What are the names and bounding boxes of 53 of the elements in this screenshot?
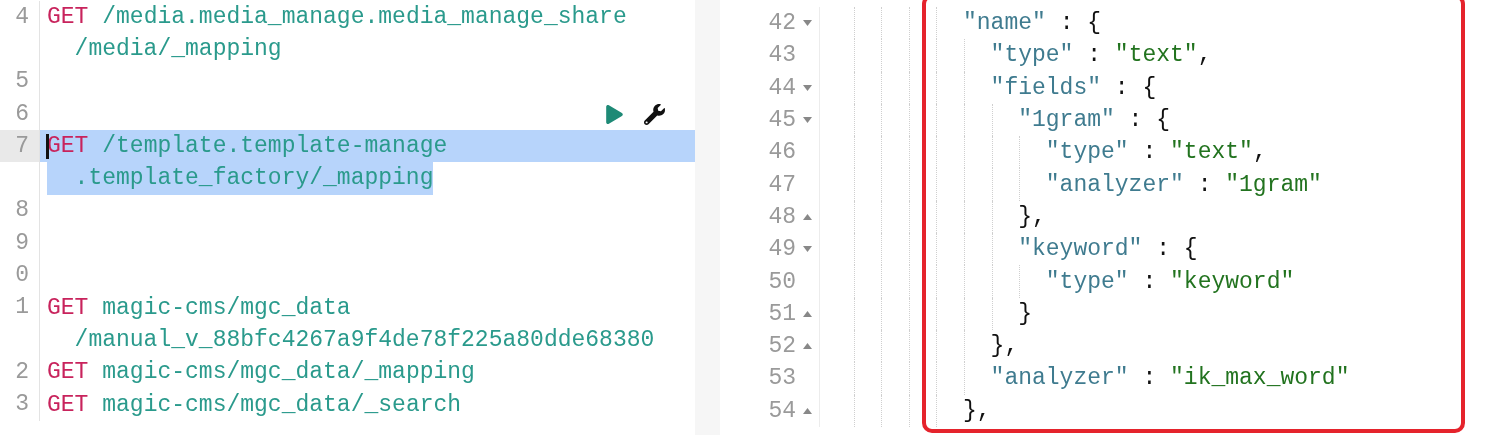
code-line: "type" : "text", — [1045, 139, 1267, 166]
line-number: 4 — [15, 5, 29, 29]
line-number: 9 — [15, 231, 29, 255]
play-icon[interactable] — [605, 104, 624, 124]
line-number: 6 — [15, 102, 29, 126]
caret-up-icon[interactable] — [803, 343, 812, 350]
wrench-icon[interactable] — [644, 103, 665, 125]
code-line: "type" : "text", — [990, 42, 1212, 69]
caret-up-icon[interactable] — [803, 407, 812, 414]
code-line: "1gram" : { — [1018, 107, 1171, 134]
line-number: 7 — [15, 134, 29, 158]
code-line: GET magic-cms/mgc_data/_mapping — [47, 358, 475, 388]
line-number: 51 — [767, 300, 796, 327]
line-number: 45 — [767, 107, 796, 134]
line-number: 0 — [15, 264, 29, 287]
line-number: 44 — [767, 74, 796, 101]
line-number: 53 — [767, 365, 796, 392]
code-line: }, — [1018, 203, 1046, 230]
code-line: GET magic-cms/mgc_data — [47, 293, 351, 323]
line-number: 46 — [767, 139, 796, 166]
line-number: 3 — [15, 393, 29, 417]
line-number: 42 — [767, 10, 796, 37]
code-line: "type" : "keyword" — [1045, 268, 1295, 295]
code-line: /media/_mapping — [73, 35, 282, 65]
code-line: "analyzer" : "ik_max_word" — [990, 365, 1350, 392]
caret-down-icon[interactable] — [803, 20, 812, 27]
code-line: /manual_v_88bfc4267a9f4de78f225a80dde68380 — [73, 325, 655, 355]
code-line: GET /media.media_manage.media_manage_share — [47, 3, 627, 32]
line-number: 1 — [15, 296, 29, 320]
line-number: 8 — [15, 199, 29, 223]
code-line: "analyzer" : "1gram" — [1045, 171, 1322, 198]
code-line: }, — [990, 333, 1019, 360]
caret-down-icon[interactable] — [803, 117, 812, 124]
caret-up-icon[interactable] — [803, 213, 812, 220]
line-number: 50 — [767, 268, 796, 295]
code-line: GET magic-cms/mgc_data/_search — [47, 390, 462, 420]
line-number: 49 — [767, 236, 796, 263]
line-number: 48 — [767, 203, 796, 230]
code-line: GET /template.template-manage — [47, 132, 448, 162]
caret-up-icon[interactable] — [803, 310, 812, 317]
line-number: 2 — [15, 360, 29, 384]
line-number: 54 — [767, 397, 796, 424]
code-line: } — [1018, 300, 1032, 327]
line-number: 43 — [767, 42, 796, 69]
code-line: "keyword" : { — [1018, 236, 1198, 263]
code-line: }, — [963, 397, 991, 424]
line-number: 47 — [767, 171, 796, 198]
caret-down-icon[interactable] — [803, 246, 812, 253]
line-number: 52 — [767, 333, 796, 360]
line-number: 5 — [15, 70, 29, 94]
code-line: "name" : { — [963, 10, 1102, 37]
caret-down-icon[interactable] — [803, 84, 812, 91]
code-line: "fields" : { — [990, 74, 1157, 101]
